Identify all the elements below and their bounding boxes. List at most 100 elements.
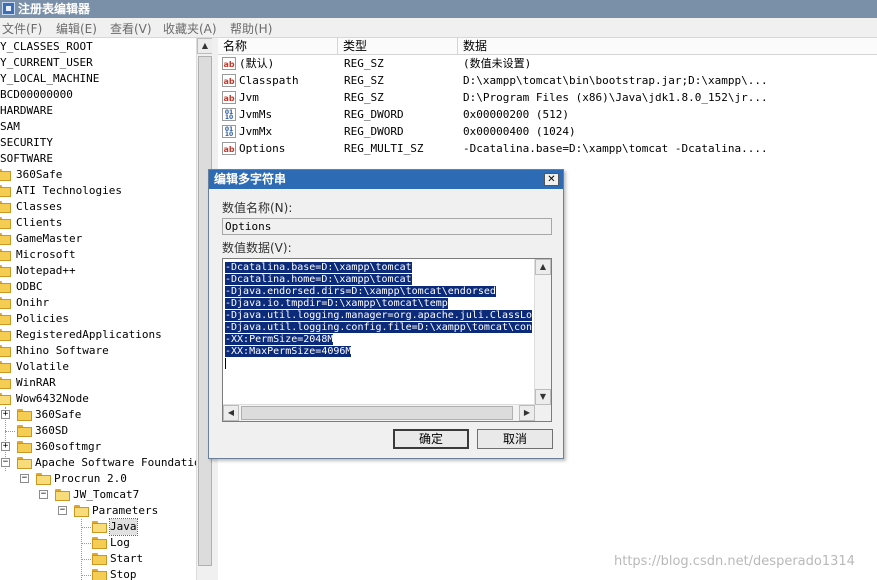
menu-file[interactable]: 文件(F) [2, 20, 42, 37]
tree-item-parameters[interactable]: − Parameters [0, 503, 196, 519]
menu-bar: 文件(F) 编辑(E) 查看(V) 收藏夹(A) 帮助(H) [0, 18, 877, 38]
data-line: -XX:PermSize=2048M [225, 334, 334, 345]
value-data-label: 数值数据(V): [222, 241, 292, 255]
scroll-up-arrow-icon[interactable]: ▲ [197, 38, 213, 54]
folder-icon [92, 537, 107, 549]
tree-item-current-user[interactable]: Y_CURRENT_USER [0, 55, 93, 71]
folder-icon [17, 441, 32, 453]
column-header-name[interactable]: 名称 [218, 38, 338, 55]
menu-favorites[interactable]: 收藏夹(A) [163, 20, 217, 37]
data-line: -Djava.util.logging.manager=org.apache.j… [225, 310, 533, 321]
tree-item-software[interactable]: SOFTWARE [0, 151, 53, 167]
binary-value-icon: 01 10 [222, 125, 236, 138]
scroll-down-arrow-icon[interactable]: ▼ [535, 389, 551, 405]
tree-item-wow-360sd[interactable]: 360SD [0, 423, 196, 439]
registry-editor-icon [2, 2, 15, 15]
tree-item-jw-tomcat7[interactable]: − JW_Tomcat7 [0, 487, 196, 503]
column-header-data[interactable]: 数据 [458, 38, 877, 55]
menu-edit[interactable]: 编辑(E) [56, 20, 97, 37]
scroll-corner [535, 405, 551, 421]
folder-icon [0, 361, 11, 373]
textarea-hscrollbar[interactable]: ◀ ▶ [223, 404, 535, 421]
data-line: -Djava.endorsed.dirs=D:\xampp\tomcat\end… [225, 286, 496, 297]
tree-item-sam[interactable]: SAM [0, 119, 20, 135]
collapse-icon[interactable]: − [58, 506, 67, 515]
folder-icon [0, 313, 11, 325]
tree-item-bcd[interactable]: BCD00000000 [0, 87, 73, 103]
hscroll-thumb[interactable] [241, 406, 513, 420]
menu-view[interactable]: 查看(V) [110, 20, 152, 37]
collapse-icon[interactable]: − [39, 490, 48, 499]
scroll-up-arrow-icon[interactable]: ▲ [535, 259, 551, 275]
folder-icon [17, 425, 32, 437]
folder-icon [0, 233, 11, 245]
expand-icon[interactable]: + [1, 410, 10, 419]
string-value-icon: ab [222, 142, 236, 155]
data-line: -Dcatalina.base=D:\xampp\tomcat [225, 262, 412, 273]
folder-open-icon [92, 521, 107, 533]
window-title: 注册表编辑器 [18, 2, 91, 16]
folder-icon [0, 329, 11, 341]
column-header-type[interactable]: 类型 [338, 38, 458, 55]
key-tree[interactable]: Y_CLASSES_ROOT Y_CURRENT_USER Y_LOCAL_MA… [0, 38, 196, 580]
value-row-jvm[interactable]: ab Jvm REG_SZ D:\Program Files (x86)\Jav… [218, 89, 877, 106]
scroll-left-arrow-icon[interactable]: ◀ [223, 405, 239, 421]
tree-item-apache[interactable]: − Apache Software Foundation [0, 455, 196, 471]
value-row-jvmms[interactable]: 01 10 JvmMs REG_DWORD 0x00000200 (512) [218, 106, 877, 123]
scroll-right-arrow-icon[interactable]: ▶ [519, 405, 535, 421]
string-value-icon: ab [222, 74, 236, 87]
window-title-bar: 注册表编辑器 [0, 0, 877, 18]
ok-button[interactable]: 确定 [393, 429, 469, 449]
folder-icon [0, 169, 11, 181]
binary-value-icon: 01 10 [222, 108, 236, 121]
string-value-icon: ab [222, 91, 236, 104]
cancel-button[interactable]: 取消 [477, 429, 553, 449]
watermark: https://blog.csdn.net/desperado1314 [614, 554, 855, 569]
folder-open-icon [55, 489, 70, 501]
tree-item-hardware[interactable]: HARDWARE [0, 103, 53, 119]
folder-icon [0, 265, 11, 277]
menu-help[interactable]: 帮助(H) [230, 20, 272, 37]
tree-item-classes-root[interactable]: Y_CLASSES_ROOT [0, 39, 93, 55]
tree-item-stop[interactable]: Stop [0, 567, 196, 580]
expand-icon[interactable]: + [1, 442, 10, 451]
folder-open-icon [17, 457, 32, 469]
text-cursor [225, 358, 226, 369]
value-row-classpath[interactable]: ab Classpath REG_SZ D:\xampp\tomcat\bin\… [218, 72, 877, 89]
data-line: -Djava.util.logging.config.file=D:\xampp… [225, 322, 533, 333]
folder-icon [92, 569, 107, 580]
tree-item-java[interactable]: Java [0, 518, 196, 536]
folder-icon [0, 249, 11, 261]
dialog-title: 编辑多字符串 [209, 170, 563, 189]
data-line: -XX:MaxPermSize=4096M [225, 346, 352, 357]
textarea-vscrollbar[interactable]: ▲ ▼ [534, 259, 551, 405]
collapse-icon[interactable]: − [20, 474, 29, 483]
tree-item-log[interactable]: Log [0, 535, 196, 551]
value-row-jvmmx[interactable]: 01 10 JvmMx REG_DWORD 0x00000400 (1024) [218, 123, 877, 140]
folder-icon [0, 217, 11, 229]
edit-multi-string-dialog: 编辑多字符串 ✕ 数值名称(N): Options 数值数据(V): -Dcat… [208, 169, 564, 459]
close-icon[interactable]: ✕ [544, 173, 559, 186]
tree-item-start[interactable]: Start [0, 551, 196, 567]
folder-open-icon [74, 505, 89, 517]
collapse-icon[interactable]: − [1, 458, 10, 467]
tree-item-security[interactable]: SECURITY [0, 135, 53, 151]
value-row-options[interactable]: ab Options REG_MULTI_SZ -Dcatalina.base=… [218, 140, 877, 157]
tree-item-wow-360softmgr[interactable]: + 360softmgr [0, 439, 196, 455]
folder-icon [0, 281, 11, 293]
folder-icon [0, 297, 11, 309]
folder-open-icon [0, 393, 11, 405]
data-line: -Dcatalina.home=D:\xampp\tomcat [225, 274, 412, 285]
value-name-field[interactable]: Options [222, 218, 552, 235]
value-row-default[interactable]: ab (默认) REG_SZ (数值未设置) [218, 55, 877, 72]
tree-item-local-machine[interactable]: Y_LOCAL_MACHINE [0, 71, 99, 87]
folder-open-icon [36, 473, 51, 485]
folder-icon [0, 185, 11, 197]
value-name-label: 数值名称(N): [222, 201, 293, 215]
tree-item-procrun[interactable]: − Procrun 2.0 [0, 471, 196, 487]
folder-icon [17, 409, 32, 421]
folder-icon [0, 201, 11, 213]
value-data-textarea[interactable]: -Dcatalina.base=D:\xampp\tomcat -Dcatali… [222, 258, 552, 422]
folder-icon [92, 553, 107, 565]
tree-item-wow-360safe[interactable]: + 360Safe [0, 407, 196, 423]
